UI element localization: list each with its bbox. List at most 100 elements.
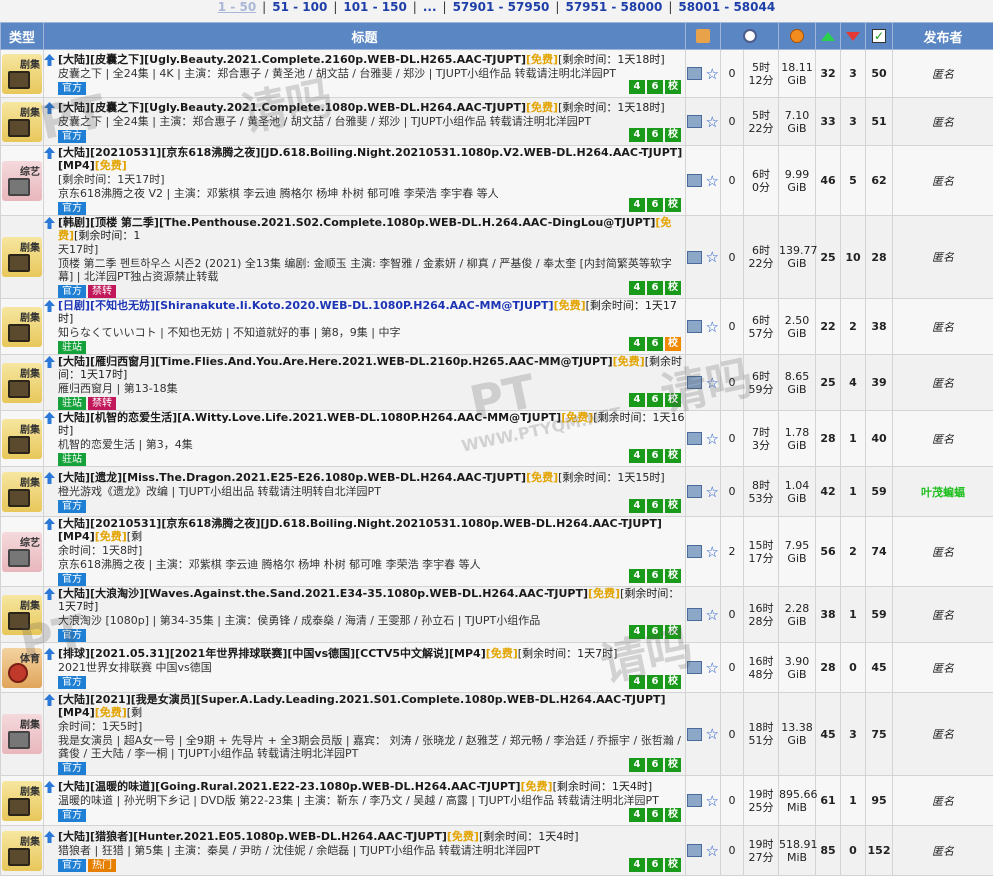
bookmark-star-icon[interactable]: ☆ (706, 606, 719, 624)
leechers-count[interactable]: 5 (841, 146, 866, 216)
pager-link[interactable]: ... (420, 0, 440, 14)
bookmark-star-icon[interactable]: ☆ (706, 374, 719, 392)
col-completed[interactable]: ✓ (866, 23, 893, 50)
bookmark-star-icon[interactable]: ☆ (706, 65, 719, 83)
comments-count[interactable]: 0 (721, 355, 744, 411)
comments-count[interactable]: 0 (721, 299, 744, 355)
pager-link[interactable]: 51 - 100 (269, 0, 330, 14)
leechers-count[interactable]: 2 (841, 299, 866, 355)
torrent-title[interactable]: [大陆][机智的恋爱生活][A.Witty.Love.Life.2021.WEB… (58, 411, 685, 437)
category-tv-icon[interactable]: 剧集 (2, 595, 42, 635)
comments-count[interactable]: 0 (721, 776, 744, 826)
download-icon[interactable] (687, 608, 702, 621)
torrent-title-text[interactable]: [大陆][大浪淘沙][Waves.Against.the.Sand.2021.E… (58, 587, 588, 600)
leechers-count[interactable]: 1 (841, 411, 866, 467)
category-tv-icon[interactable]: 剧集 (2, 54, 42, 94)
col-type[interactable]: 类型 (1, 23, 44, 50)
category-cell[interactable]: 综艺 (1, 517, 44, 587)
category-tv-icon[interactable]: 剧集 (2, 781, 42, 821)
download-icon[interactable] (687, 67, 702, 80)
torrent-title-text[interactable]: [大陆][机智的恋爱生活][A.Witty.Love.Life.2021.WEB… (58, 411, 561, 424)
torrent-title-text[interactable]: [大陆][2021][我是女演员][Super.A.Lady.Leading.2… (58, 693, 666, 719)
pager-link[interactable]: 101 - 150 (340, 0, 409, 14)
torrent-title[interactable]: [韩剧][顶楼 第二季][The.Penthouse.2021.S02.Comp… (58, 216, 685, 242)
seeders-count[interactable]: 25 (816, 216, 841, 299)
category-tv-icon[interactable]: 剧集 (2, 102, 42, 142)
torrent-title[interactable]: [日剧][不知也无妨][Shiranakute.Ii.Koto.2020.WEB… (58, 299, 685, 325)
comments-count[interactable]: 0 (721, 693, 744, 776)
completed-count[interactable]: 51 (866, 98, 893, 146)
col-leechers[interactable] (841, 23, 866, 50)
pager-link[interactable]: 1 - 50 (215, 0, 259, 14)
comments-count[interactable]: 0 (721, 826, 744, 876)
comments-count[interactable]: 0 (721, 50, 744, 98)
col-time[interactable] (721, 23, 779, 50)
seeders-count[interactable]: 28 (816, 411, 841, 467)
bookmark-star-icon[interactable]: ☆ (706, 725, 719, 743)
seeders-count[interactable]: 33 (816, 98, 841, 146)
torrent-title-text[interactable]: [韩剧][顶楼 第二季][The.Penthouse.2021.S02.Comp… (58, 216, 655, 229)
torrent-title[interactable]: [大陆][猎狼者][Hunter.2021.E05.1080p.WEB-DL.H… (58, 830, 579, 843)
torrent-title[interactable]: [大陆][温暖的味道][Going.Rural.2021.E22-23.1080… (58, 780, 652, 793)
completed-count[interactable]: 152 (866, 826, 893, 876)
leechers-count[interactable]: 0 (841, 643, 866, 693)
category-cell[interactable]: 剧集 (1, 587, 44, 643)
seeders-count[interactable]: 45 (816, 693, 841, 776)
torrent-title-text[interactable]: [大陆][猎狼者][Hunter.2021.E05.1080p.WEB-DL.H… (58, 830, 447, 843)
comments-count[interactable]: 2 (721, 517, 744, 587)
completed-count[interactable]: 40 (866, 411, 893, 467)
pager-link[interactable]: 57901 - 57950 (450, 0, 553, 14)
seeders-count[interactable]: 85 (816, 826, 841, 876)
category-cell[interactable]: 综艺 (1, 146, 44, 216)
download-icon[interactable] (687, 545, 702, 558)
torrent-title[interactable]: [大陆][遗龙][Miss.The.Dragon.2021.E25-E26.10… (58, 471, 665, 484)
leechers-count[interactable]: 4 (841, 355, 866, 411)
leechers-count[interactable]: 10 (841, 216, 866, 299)
col-title[interactable]: 标题 (44, 23, 686, 50)
leechers-count[interactable]: 1 (841, 776, 866, 826)
col-comments[interactable] (686, 23, 721, 50)
category-cell[interactable]: 剧集 (1, 411, 44, 467)
torrent-title-text[interactable]: [大陆][20210531][京东618沸腾之夜][JD.618.Boiling… (58, 146, 682, 172)
download-icon[interactable] (687, 174, 702, 187)
completed-count[interactable]: 74 (866, 517, 893, 587)
torrent-title-text[interactable]: [大陆][皮囊之下][Ugly.Beauty.2021.Complete.108… (58, 101, 526, 114)
comments-count[interactable]: 0 (721, 216, 744, 299)
download-icon[interactable] (687, 320, 702, 333)
download-icon[interactable] (687, 485, 702, 498)
category-cell[interactable]: 剧集 (1, 50, 44, 98)
comments-count[interactable]: 0 (721, 411, 744, 467)
col-publisher[interactable]: 发布者 (893, 23, 993, 50)
completed-count[interactable]: 28 (866, 216, 893, 299)
torrent-title-text[interactable]: [日剧][不知也无妨][Shiranakute.Ii.Koto.2020.WEB… (58, 299, 554, 312)
torrent-title-text[interactable]: [大陆][雁归西窗月][Time.Flies.And.You.Are.Here.… (58, 355, 613, 368)
col-size[interactable] (779, 23, 816, 50)
category-tv-icon[interactable]: 剧集 (2, 419, 42, 459)
leechers-count[interactable]: 0 (841, 826, 866, 876)
seeders-count[interactable]: 46 (816, 146, 841, 216)
torrent-title-text[interactable]: [大陆][皮囊之下][Ugly.Beauty.2021.Complete.216… (58, 53, 526, 66)
torrent-title[interactable]: [大陆][雁归西窗月][Time.Flies.And.You.Are.Here.… (58, 355, 685, 381)
comments-count[interactable]: 0 (721, 98, 744, 146)
download-icon[interactable] (687, 376, 702, 389)
download-icon[interactable] (687, 432, 702, 445)
category-tv-icon[interactable]: 体育 (2, 648, 42, 688)
bookmark-star-icon[interactable]: ☆ (706, 792, 719, 810)
torrent-title-text[interactable]: [大陆][20210531][京东618沸腾之夜][JD.618.Boiling… (58, 517, 662, 543)
torrent-title[interactable]: [大陆][20210531][京东618沸腾之夜][JD.618.Boiling… (58, 517, 685, 543)
seeders-count[interactable]: 22 (816, 299, 841, 355)
comments-count[interactable]: 0 (721, 643, 744, 693)
leechers-count[interactable]: 3 (841, 50, 866, 98)
bookmark-star-icon[interactable]: ☆ (706, 543, 719, 561)
seeders-count[interactable]: 25 (816, 355, 841, 411)
bookmark-star-icon[interactable]: ☆ (706, 842, 719, 860)
completed-count[interactable]: 45 (866, 643, 893, 693)
leechers-count[interactable]: 2 (841, 517, 866, 587)
col-seeders[interactable] (816, 23, 841, 50)
leechers-count[interactable]: 3 (841, 693, 866, 776)
completed-count[interactable]: 50 (866, 50, 893, 98)
seeders-count[interactable]: 32 (816, 50, 841, 98)
torrent-title-text[interactable]: [大陆][遗龙][Miss.The.Dragon.2021.E25-E26.10… (58, 471, 526, 484)
download-icon[interactable] (687, 844, 702, 857)
category-cell[interactable]: 剧集 (1, 216, 44, 299)
